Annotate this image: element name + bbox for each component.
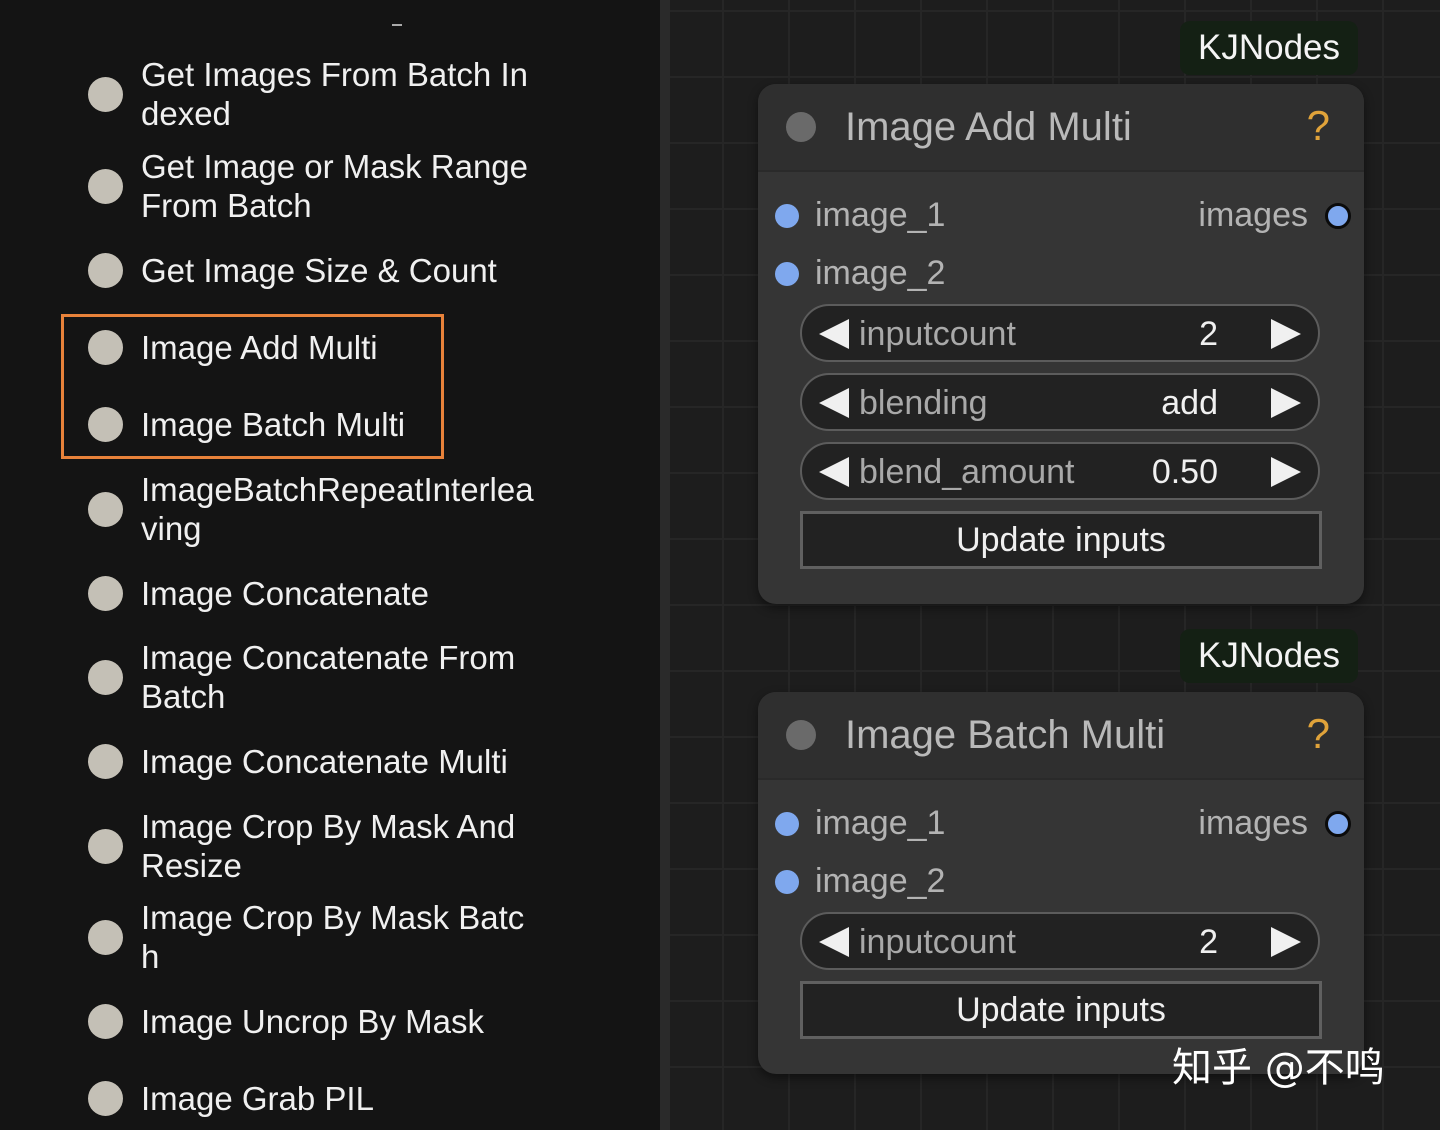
menu-item-label: Image Concatenate xyxy=(141,575,430,612)
widget-name: inputcount xyxy=(859,315,1016,353)
decrement-arrow-icon[interactable] xyxy=(819,388,849,418)
update-inputs-button[interactable]: Update inputs xyxy=(800,981,1322,1039)
node-header[interactable]: Image Batch Multi ? xyxy=(758,692,1364,780)
menu-item-image-concatenate-from-batch[interactable]: Image Concatenate From Batch xyxy=(88,638,558,716)
menu-item-get-images-from-batch-indexed[interactable]: Get Images From Batch Indexed xyxy=(88,55,558,133)
widget-value: add xyxy=(1161,384,1218,422)
menu-item-label: Image Crop By Mask And Resize xyxy=(141,808,516,884)
decrement-arrow-icon[interactable] xyxy=(819,457,849,487)
widget-inputcount[interactable]: inputcount 2 xyxy=(800,304,1320,362)
menu-item-dot-icon xyxy=(88,253,123,288)
menu-item-dot-icon xyxy=(88,76,123,112)
output-slot-label: images xyxy=(1198,196,1308,234)
menu-item-label: Image Crop By Mask Batch xyxy=(141,899,525,975)
input-slot-label: image_1 xyxy=(815,196,946,234)
decrement-arrow-icon[interactable] xyxy=(819,927,849,957)
increment-arrow-icon[interactable] xyxy=(1271,319,1301,349)
menu-item-dot-icon xyxy=(88,919,123,955)
widget-blending[interactable]: blending add xyxy=(800,373,1320,431)
menu-item-dot-icon xyxy=(88,491,123,527)
menu-item-dot-icon xyxy=(88,1004,123,1039)
menu-item-image-crop-by-mask-and-resize[interactable]: Image Crop By Mask And Resize xyxy=(88,807,558,885)
output-slot-dot-icon[interactable] xyxy=(1325,811,1351,837)
menu-item-label: Image Grab PIL xyxy=(141,1080,374,1117)
output-slot-label: images xyxy=(1198,804,1308,842)
collapse-dot-icon[interactable] xyxy=(786,720,816,750)
menu-item-label: Get Images From Batch Indexed xyxy=(141,56,528,132)
input-slot-row: image_2 xyxy=(758,244,1364,302)
node-title: Image Add Multi xyxy=(845,105,1132,149)
widget-value: 0.50 xyxy=(1151,453,1218,491)
input-slot-dot-icon[interactable] xyxy=(775,812,799,836)
menu-item-dot-icon xyxy=(88,168,123,204)
help-icon[interactable]: ? xyxy=(1307,102,1330,150)
node-source-badge: KJNodes xyxy=(1180,21,1358,75)
node-header[interactable]: Image Add Multi ? xyxy=(758,84,1364,172)
increment-arrow-icon[interactable] xyxy=(1271,457,1301,487)
input-slot-dot-icon[interactable] xyxy=(775,204,799,228)
menu-item-image-uncrop-by-mask[interactable]: Image Uncrop By Mask xyxy=(88,1002,558,1041)
menu-item-label: ImageBatchRepeatInterleaving xyxy=(141,471,534,547)
input-slot-row: image_2 xyxy=(758,852,1364,910)
collapse-dot-icon[interactable] xyxy=(786,112,816,142)
widget-inputcount[interactable]: inputcount 2 xyxy=(800,912,1320,970)
increment-arrow-icon[interactable] xyxy=(1271,388,1301,418)
widget-value: 2 xyxy=(1199,923,1218,961)
input-slot-dot-icon[interactable] xyxy=(775,870,799,894)
menu-item-image-crop-by-mask-batch[interactable]: Image Crop By Mask Batch xyxy=(88,898,558,976)
input-slot-row: image_1 images xyxy=(758,186,1364,244)
widget-name: blending xyxy=(859,384,988,422)
menu-item-label: Get Image or Mask Range From Batch xyxy=(141,148,529,224)
output-slot-dot-icon[interactable] xyxy=(1325,203,1351,229)
input-slot-label: image_2 xyxy=(815,254,946,292)
menu-item-image-grab-pil[interactable]: Image Grab PIL xyxy=(88,1079,558,1118)
selection-highlight-box xyxy=(61,314,444,459)
menu-item-label: Image Concatenate From Batch xyxy=(141,639,516,715)
decrement-arrow-icon[interactable] xyxy=(819,319,849,349)
menu-item-dot-icon xyxy=(88,659,123,695)
input-slot-row: image_1 images xyxy=(758,794,1364,852)
menu-item-image-concatenate[interactable]: Image Concatenate xyxy=(88,574,558,613)
help-icon[interactable]: ? xyxy=(1307,710,1330,758)
input-slot-label: image_1 xyxy=(815,804,946,842)
input-slot-dot-icon[interactable] xyxy=(775,262,799,286)
node-source-badge: KJNodes xyxy=(1180,629,1358,683)
watermark-text: 知乎 @不鸣 xyxy=(1172,1045,1385,1091)
update-inputs-button[interactable]: Update inputs xyxy=(800,511,1322,569)
menu-item-image-batch-repeat-interleaving[interactable]: ImageBatchRepeatInterleaving xyxy=(88,470,558,548)
menu-item-dot-icon xyxy=(88,1081,123,1116)
menu-item-get-image-or-mask-range[interactable]: Get Image or Mask Range From Batch xyxy=(88,147,558,225)
widget-name: blend_amount xyxy=(859,453,1075,491)
widget-value: 2 xyxy=(1199,315,1218,353)
menu-item-dot-icon xyxy=(88,576,123,611)
menu-item-label: Image Concatenate Multi xyxy=(141,743,508,780)
panel-divider xyxy=(660,0,670,1130)
increment-arrow-icon[interactable] xyxy=(1271,927,1301,957)
menu-item-dot-icon xyxy=(88,744,123,779)
menu-item-get-image-size-count[interactable]: Get Image Size & Count xyxy=(88,251,558,290)
scroll-indicator xyxy=(392,24,402,26)
widget-name: inputcount xyxy=(859,923,1016,961)
menu-item-label: Image Uncrop By Mask xyxy=(141,1003,484,1040)
menu-item-label: Get Image Size & Count xyxy=(141,252,497,289)
widget-blend-amount[interactable]: blend_amount 0.50 xyxy=(800,442,1320,500)
node-title: Image Batch Multi xyxy=(845,713,1166,757)
menu-item-dot-icon xyxy=(88,828,123,864)
node-menu: Get Images From Batch Indexed Get Image … xyxy=(0,0,660,1130)
node-image-add-multi[interactable]: Image Add Multi ? image_1 images image_2… xyxy=(758,84,1364,604)
node-image-batch-multi[interactable]: Image Batch Multi ? image_1 images image… xyxy=(758,692,1364,1074)
menu-item-image-concatenate-multi[interactable]: Image Concatenate Multi xyxy=(88,742,558,781)
input-slot-label: image_2 xyxy=(815,862,946,900)
